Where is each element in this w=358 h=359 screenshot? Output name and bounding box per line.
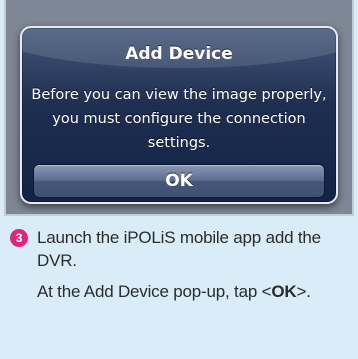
step-line-2: At the Add Device pop-up, tap <OK>.	[37, 280, 352, 303]
add-device-dialog: Add Device Before you can view the image…	[20, 26, 338, 204]
dialog-message: Before you can view the image properly, …	[31, 87, 327, 151]
step-line-1: Launch the iPOLiS mobile app add the DVR…	[37, 228, 321, 270]
step-ok-keyword: OK	[271, 282, 297, 301]
step-text: Launch the iPOLiS mobile app add the DVR…	[37, 226, 352, 303]
step-number-badge: 3	[10, 229, 28, 247]
step-line-2-prefix: At the Add Device pop-up, tap <	[37, 282, 272, 301]
app-screenshot: Add Device Before you can view the image…	[4, 0, 354, 216]
step-line-2-suffix: >.	[296, 282, 311, 301]
dialog-title: Add Device	[125, 44, 233, 64]
ok-button[interactable]: OK	[33, 164, 325, 198]
